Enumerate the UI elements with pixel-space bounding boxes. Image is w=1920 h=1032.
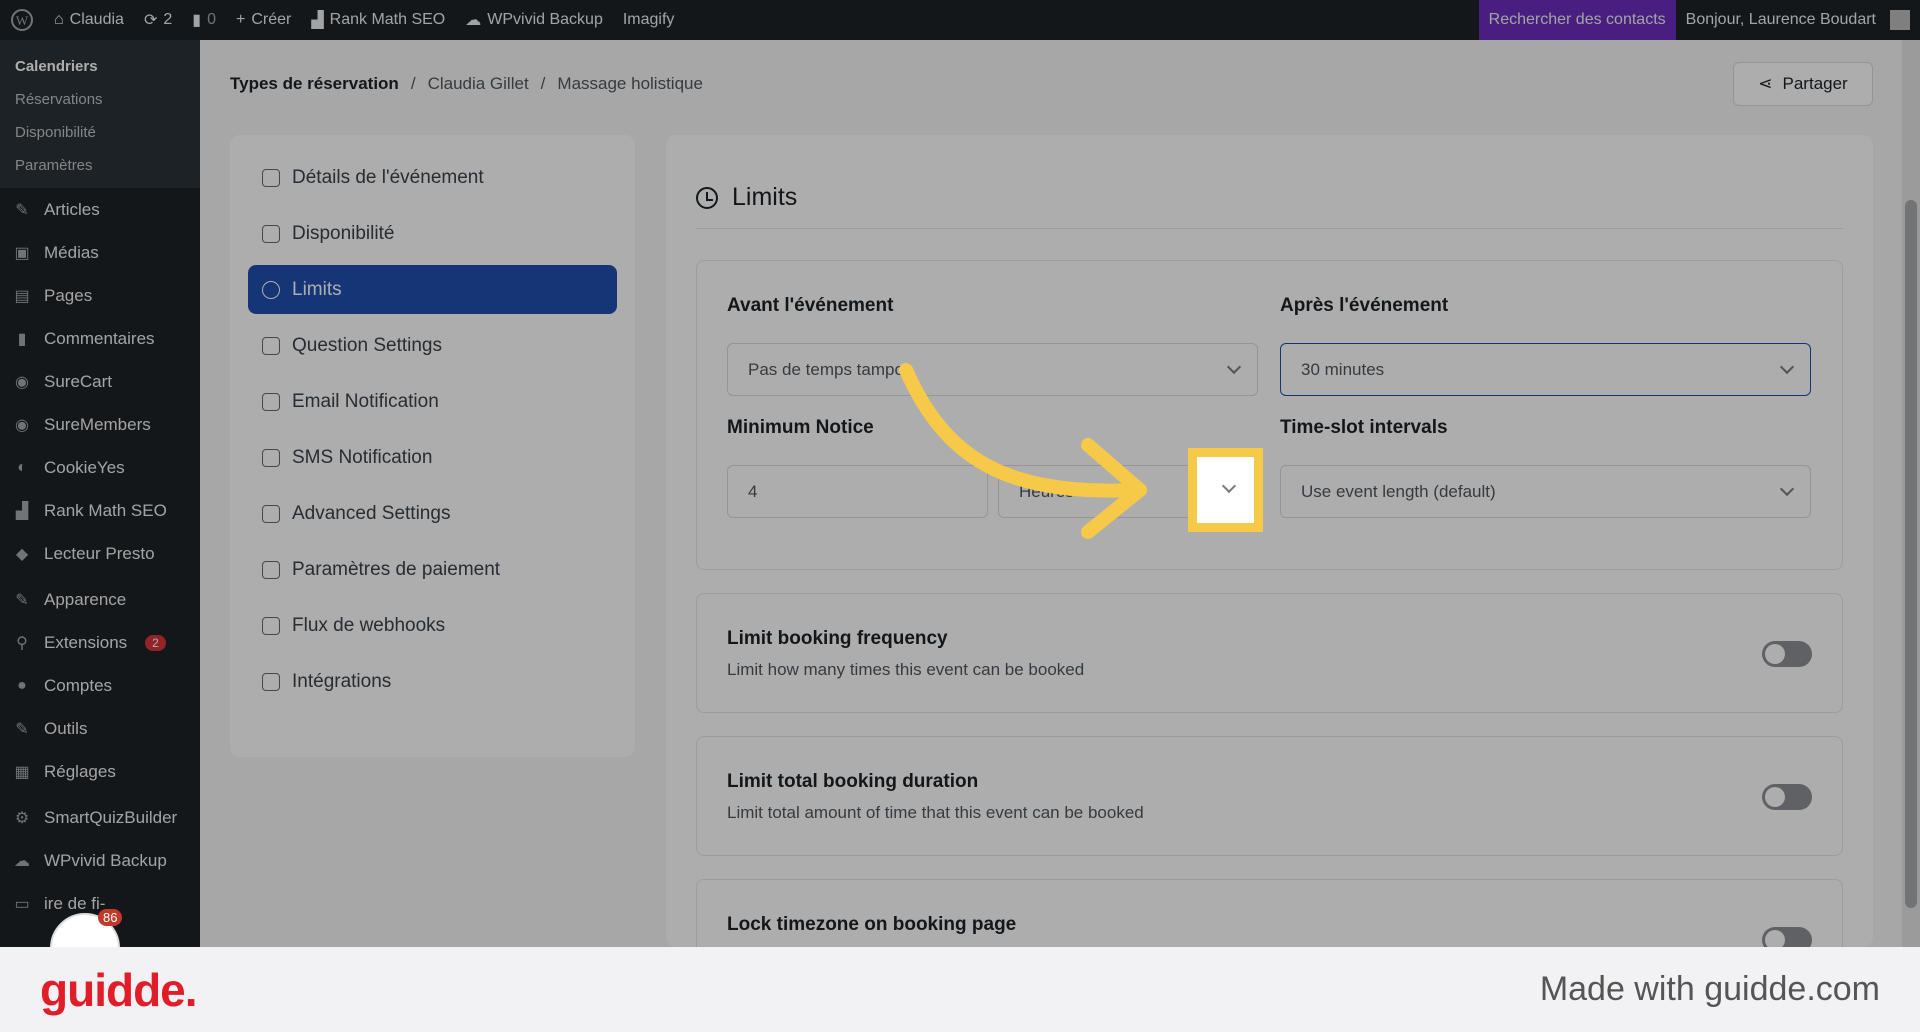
pointer-arrow-icon	[899, 363, 1147, 539]
made-with-text: Made with guidde.com	[1539, 970, 1880, 1008]
guidde-footer: guidde. Made with guidde.com	[0, 947, 1920, 1032]
guidde-logo: guidde.	[40, 963, 198, 1016]
